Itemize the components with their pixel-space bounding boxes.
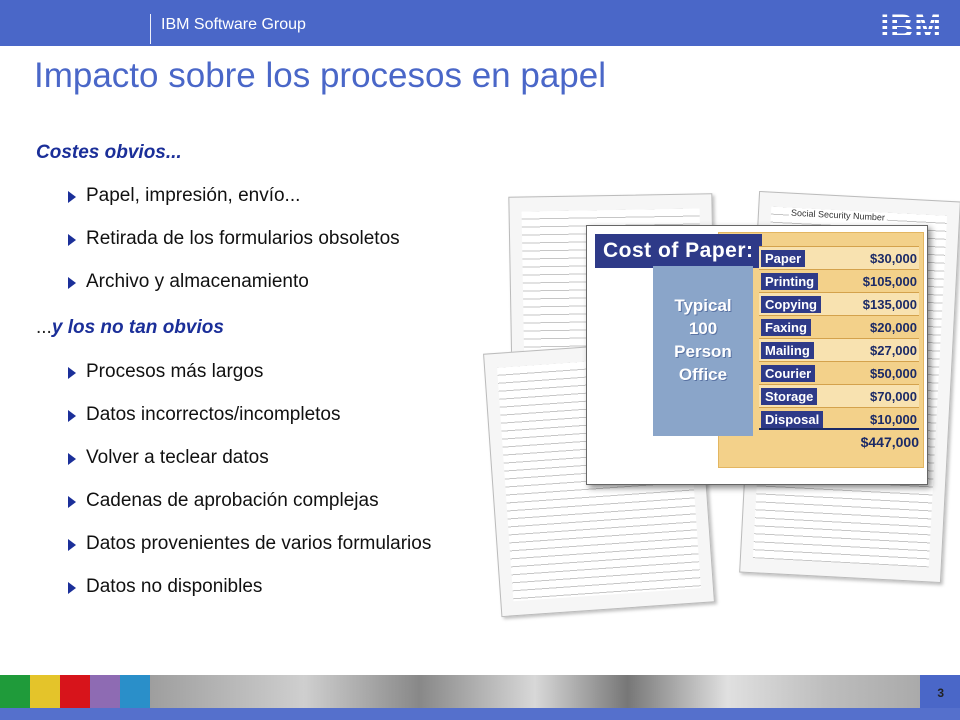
color-strip <box>0 675 150 708</box>
list-item: Cadenas de aprobación complejas <box>64 490 431 533</box>
cost-of-paper-card: Cost of Paper: Typical 100 Person Office… <box>586 225 928 485</box>
group-name: IBM Software Group <box>161 16 306 33</box>
section2-list: Procesos más largos Datos incorrectos/in… <box>64 361 431 619</box>
section2-heading: ...y los no tan obvios <box>36 317 224 338</box>
header-divider <box>150 14 151 44</box>
office-size-label: Typical 100 Person Office <box>674 296 732 384</box>
list-item: Papel, impresión, envío... <box>64 185 400 228</box>
bullet-arrow-icon <box>68 234 76 246</box>
header-bar: IBM Software Group IBM <box>0 0 960 46</box>
bullet-arrow-icon <box>68 453 76 465</box>
cost-row: Printing $105,000 <box>759 269 919 292</box>
cost-row: Copying $135,000 <box>759 292 919 315</box>
office-size-panel: Typical 100 Person Office <box>653 266 753 436</box>
cost-rows: Paper $30,000 Printing $105,000 Copying $13… <box>759 246 919 430</box>
bullet-arrow-icon <box>68 191 76 203</box>
list-item: Procesos más largos <box>64 361 431 404</box>
bullet-arrow-icon <box>68 582 76 594</box>
bullet-arrow-icon <box>68 277 76 289</box>
list-item: Archivo y almacenamiento <box>64 271 400 314</box>
section1-list: Papel, impresión, envío... Retirada de l… <box>64 185 400 314</box>
list-item: Datos provenientes de varios formularios <box>64 533 431 576</box>
cost-row: Paper $30,000 <box>759 246 919 269</box>
list-item: Volver a teclear datos <box>64 447 431 490</box>
bullet-arrow-icon <box>68 539 76 551</box>
ibm-logo: IBM <box>880 8 942 44</box>
section1-heading: Costes obvios... <box>36 142 182 163</box>
page-number: 3 <box>937 686 944 700</box>
cost-card-title: Cost of Paper: <box>595 234 762 268</box>
bullet-arrow-icon <box>68 496 76 508</box>
cost-row: Courier $50,000 <box>759 361 919 384</box>
footer-image-mosaic <box>150 675 920 708</box>
list-item: Datos incorrectos/incompletos <box>64 404 431 447</box>
color-block-red <box>60 675 90 708</box>
color-block-green <box>0 675 30 708</box>
bullet-arrow-icon <box>68 410 76 422</box>
footer-bottom-stripe <box>0 708 960 720</box>
color-block-blue <box>120 675 150 708</box>
list-item: Retirada de los formularios obsoletos <box>64 228 400 271</box>
cost-total: $447,000 <box>759 428 919 450</box>
cost-row: Mailing $27,000 <box>759 338 919 361</box>
bullet-arrow-icon <box>68 367 76 379</box>
list-item: Datos no disponibles <box>64 576 431 619</box>
color-block-purple <box>90 675 120 708</box>
cost-row: Disposal $10,000 <box>759 407 919 430</box>
cost-row: Storage $70,000 <box>759 384 919 407</box>
cost-row: Faxing $20,000 <box>759 315 919 338</box>
slide-title: Impacto sobre los procesos en papel <box>34 56 606 95</box>
color-block-yellow <box>30 675 60 708</box>
